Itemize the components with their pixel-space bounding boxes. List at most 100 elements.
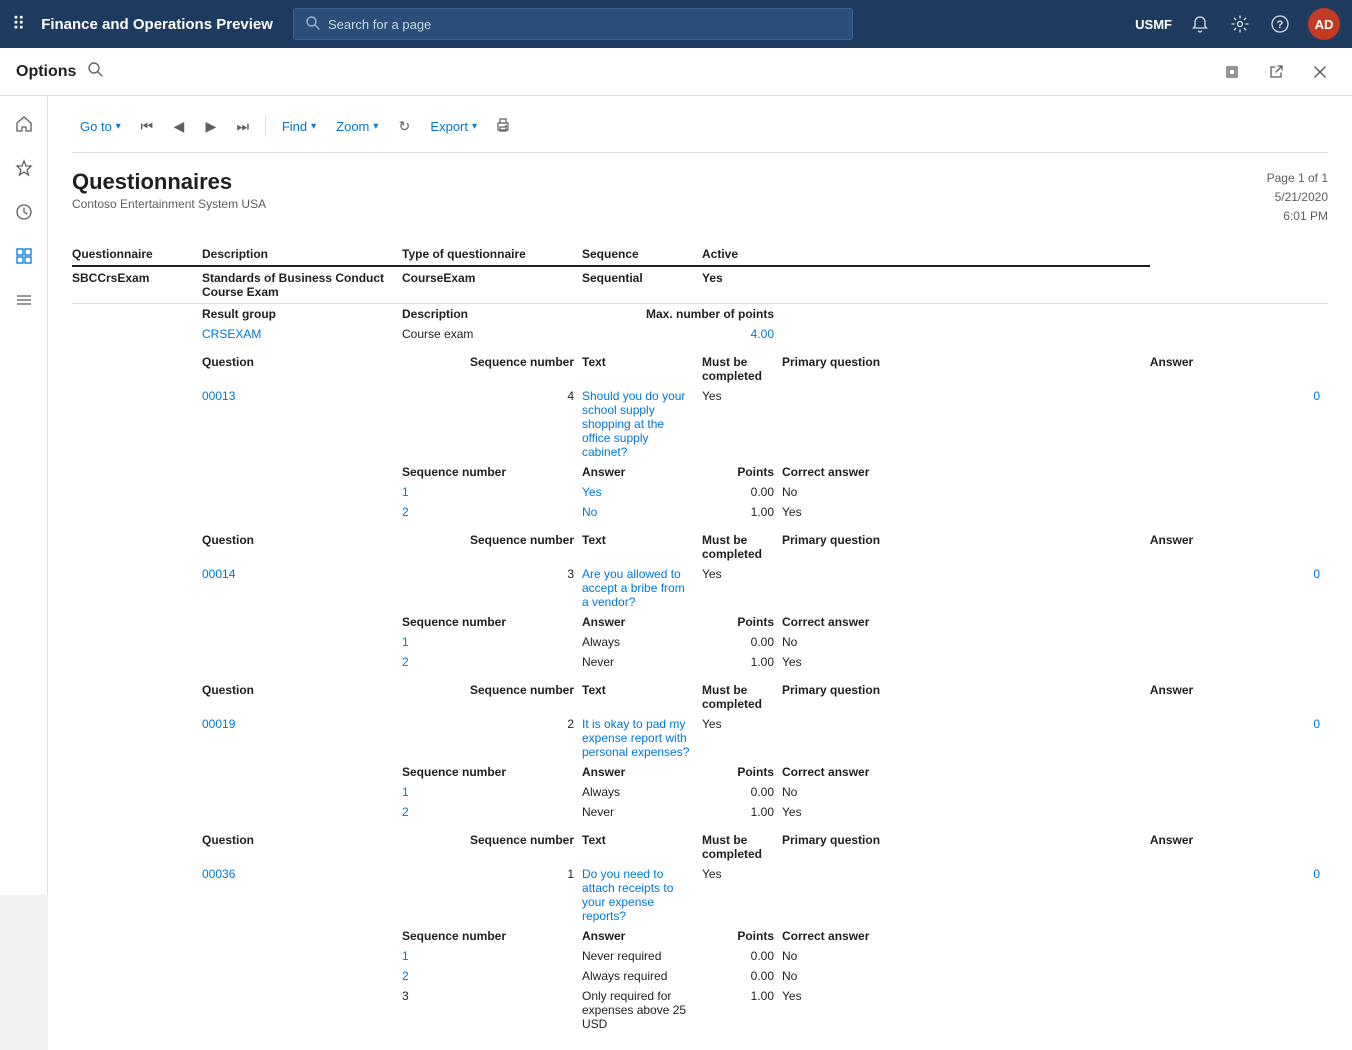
answer-header-00019: Sequence number Answer Points Correct an… [72, 762, 1328, 782]
answer-header-00036: Sequence number Answer Points Correct an… [72, 926, 1328, 946]
qh-seqnum: Sequence number [402, 352, 582, 386]
secondary-navigation: Options [0, 48, 1352, 96]
prev-page-button[interactable]: ◀ [165, 112, 193, 140]
ah-points-00019: Points [702, 762, 782, 782]
answer-00036-3: 3 Only required for expenses above 25 US… [72, 986, 1328, 1034]
ah-answer-00013: Answer [582, 462, 702, 482]
sidebar-item-list[interactable] [4, 280, 44, 320]
q00014-seqnum: 3 [402, 564, 582, 612]
qh2-seqnum: Sequence number [402, 530, 582, 564]
ans-pts-00013-2: 1.00 [702, 502, 782, 522]
ans-pts-00036-2: 0.00 [702, 966, 782, 986]
window-controls [1216, 56, 1336, 88]
options-search-icon[interactable] [88, 62, 104, 81]
sidebar-item-workspaces[interactable] [4, 236, 44, 276]
qh3-mustbe: Must be completed [702, 680, 782, 714]
qh-text: Text [582, 352, 702, 386]
spacer-2 [72, 522, 1328, 530]
report-table: Questionnaire Description Type of questi… [72, 243, 1328, 1034]
q00014-id: 00014 [202, 564, 402, 612]
rg-header-label2: Description [402, 307, 468, 321]
q00013-primary [782, 386, 1150, 462]
answer-00014-2: 2 Never 1.00 Yes [72, 652, 1328, 672]
answer-00036-2: 2 Always required 0.00 No [72, 966, 1328, 986]
ans-seq-00019-1: 1 [402, 782, 582, 802]
question-00019-row: 00019 2 It is okay to pad my expense rep… [72, 714, 1328, 762]
zoom-button[interactable]: Zoom ▾ [328, 115, 386, 138]
export-button[interactable]: Export ▾ [422, 115, 485, 138]
answer-00013-2: 2 No 1.00 Yes [72, 502, 1328, 522]
q00019-answer: 0 [1150, 714, 1328, 762]
question-00014-row: 00014 3 Are you allowed to accept a brib… [72, 564, 1328, 612]
ah-correct-00014: Correct answer [782, 612, 1150, 632]
ah-answer-00019: Answer [582, 762, 702, 782]
close-icon[interactable] [1304, 56, 1336, 88]
question-00013-row: 00013 4 Should you do your school supply… [72, 386, 1328, 462]
ans-seq-00036-1: 1 [402, 946, 582, 966]
spacer-1 [72, 344, 1328, 352]
qh4-answer: Answer [1150, 830, 1328, 864]
qh3-primary: Primary question [782, 680, 1150, 714]
rg-id: CRSEXAM [202, 324, 402, 344]
sidebar-item-home[interactable] [4, 104, 44, 144]
qh4-question: Question [202, 830, 402, 864]
report-title-block: Questionnaires Contoso Entertainment Sys… [72, 169, 266, 211]
popout-icon[interactable] [1260, 56, 1292, 88]
ans-pts-00019-1: 0.00 [702, 782, 782, 802]
q00013-answer: 0 [1150, 386, 1328, 462]
q00013-text: Should you do your school supply shoppin… [582, 386, 702, 462]
pin-icon[interactable] [1216, 56, 1248, 88]
user-avatar[interactable]: AD [1308, 8, 1340, 40]
ans-correct-00014-1: No [782, 632, 1150, 652]
refresh-button[interactable]: ↻ [390, 112, 418, 140]
last-page-button[interactable]: ⏭ [229, 112, 257, 140]
report-page: Page 1 of 1 [1267, 169, 1328, 188]
rg-col3: Max. number of points [582, 303, 782, 324]
qh3-answer: Answer [1150, 680, 1328, 714]
answer-00014-1: 1 Always 0.00 No [72, 632, 1328, 652]
global-search[interactable]: Search for a page [293, 8, 853, 40]
next-page-button[interactable]: ▶ [197, 112, 225, 140]
ah-seqnum-00014: Sequence number [402, 612, 582, 632]
col-active: Active [702, 243, 782, 266]
result-group-data-row: CRSEXAM Course exam 4.00 [72, 324, 1328, 344]
search-placeholder: Search for a page [328, 17, 431, 32]
goto-button[interactable]: Go to ▾ [72, 115, 129, 138]
ah-points-00036: Points [702, 926, 782, 946]
question-header-row-3: Question Sequence number Text Must be co… [72, 680, 1328, 714]
top-nav-right: USMF ? AD [1135, 8, 1340, 40]
first-page-button[interactable]: ⏮ [133, 112, 161, 140]
company-selector[interactable]: USMF [1135, 17, 1172, 32]
ans-pts-00036-3: 1.00 [702, 986, 782, 1034]
result-group-header-row: Result group Description Max. number of … [72, 303, 1328, 324]
ans-correct-00036-1: No [782, 946, 1150, 966]
ans-text-00013-2: No [582, 502, 702, 522]
report-meta: Page 1 of 1 5/21/2020 6:01 PM [1267, 169, 1328, 227]
print-button[interactable] [489, 112, 517, 140]
grid-icon[interactable]: ⠿ [12, 14, 25, 35]
answer-00036-1: 1 Never required 0.00 No [72, 946, 1328, 966]
sidebar-item-recent[interactable] [4, 192, 44, 232]
ah-seqnum-00013: Sequence number [402, 462, 582, 482]
ah-correct-00036: Correct answer [782, 926, 1150, 946]
ans-pts-00014-1: 0.00 [702, 632, 782, 652]
sidebar-item-favorites[interactable] [4, 148, 44, 188]
answer-00019-2: 2 Never 1.00 Yes [72, 802, 1328, 822]
ans-text-00014-2: Never [582, 652, 702, 672]
q00019-text: It is okay to pad my expense report with… [582, 714, 702, 762]
q00013-id: 00013 [202, 386, 402, 462]
report-date: 5/21/2020 [1267, 188, 1328, 207]
main-content: Go to ▾ ⏮ ◀ ▶ ⏭ Find ▾ Zoom ▾ ↻ Export ▾ [48, 96, 1352, 1050]
find-button[interactable]: Find ▾ [274, 115, 324, 138]
help-icon[interactable]: ? [1268, 12, 1292, 36]
answer-00019-1: 1 Always 0.00 No [72, 782, 1328, 802]
ans-pts-00013-1: 0.00 [702, 482, 782, 502]
report-time: 6:01 PM [1267, 207, 1328, 226]
questionnaire-row: SBCCrsExam Standards of Business Conduct… [72, 266, 1328, 304]
q00014-answer: 0 [1150, 564, 1328, 612]
svg-text:?: ? [1277, 19, 1284, 31]
qh2-text: Text [582, 530, 702, 564]
table-header-row: Questionnaire Description Type of questi… [72, 243, 1328, 266]
settings-icon[interactable] [1228, 12, 1252, 36]
notification-icon[interactable] [1188, 12, 1212, 36]
